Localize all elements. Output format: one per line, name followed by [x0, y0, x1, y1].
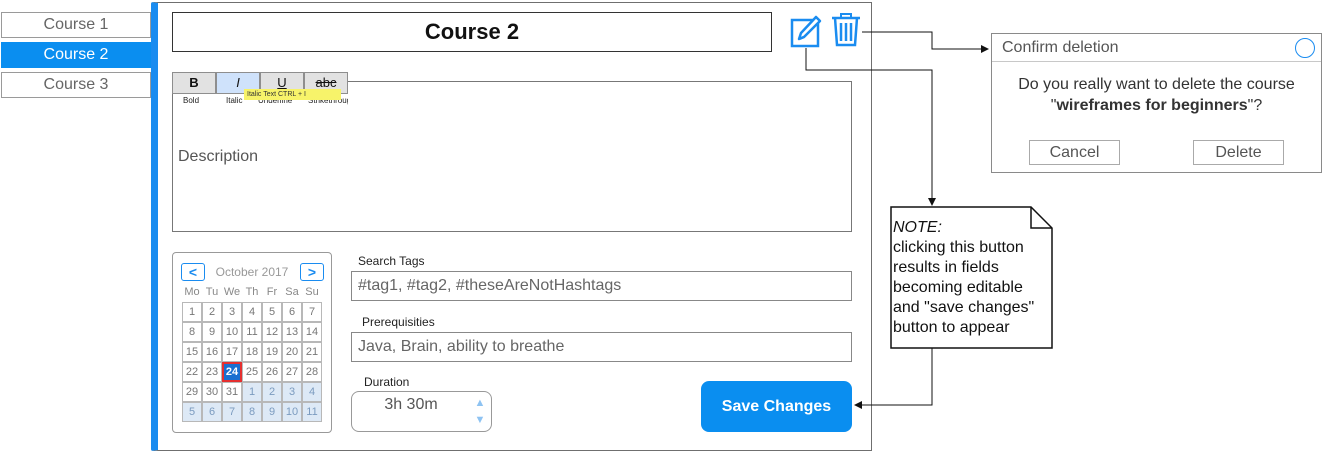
annotation-note: NOTE: clicking this button results in fi…: [893, 218, 1034, 338]
close-icon[interactable]: [1295, 38, 1315, 58]
dialog-message-suffix: ?: [1253, 97, 1263, 114]
dialog-message-prefix: Do you really want to delete the course: [1018, 76, 1295, 93]
note-line: clicking this button: [893, 239, 1024, 256]
note-line: becoming editable: [893, 279, 1023, 296]
delete-button[interactable]: Delete: [1193, 140, 1284, 165]
dialog-title: Confirm deletion: [992, 34, 1321, 62]
note-line: and "save changes": [893, 299, 1035, 316]
dialog-message: Do you really want to delete the course …: [1018, 76, 1295, 114]
note-line: results in fields: [893, 259, 999, 276]
cancel-button[interactable]: Cancel: [1029, 140, 1120, 165]
confirm-deletion-dialog: Confirm deletion Do you really want to d…: [991, 33, 1322, 173]
note-line: button to appear: [893, 319, 1010, 336]
note-heading: NOTE:: [893, 219, 942, 236]
dialog-course-name: wireframes for beginners: [1056, 97, 1248, 114]
